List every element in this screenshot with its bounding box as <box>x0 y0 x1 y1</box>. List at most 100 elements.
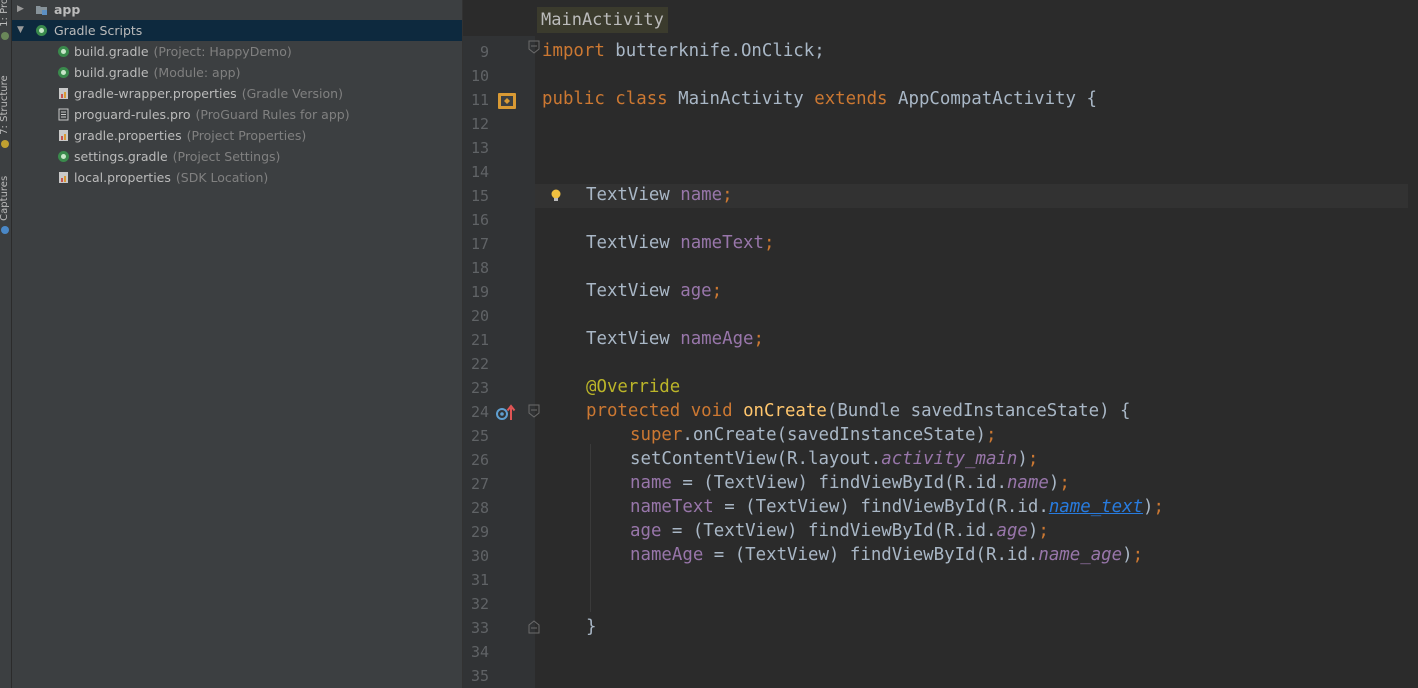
structure-tool-tab[interactable]: 7: Structure <box>0 68 11 148</box>
tree-item-label: app <box>54 2 81 17</box>
code-line[interactable]: super.onCreate(savedInstanceState); <box>630 423 996 447</box>
fold-marker-icon[interactable] <box>528 620 540 634</box>
code-line[interactable]: protected void onCreate(Bundle savedInst… <box>586 399 1130 423</box>
captures-tool-tab[interactable]: Captures <box>0 168 11 234</box>
code-line[interactable]: TextView nameText; <box>586 231 774 255</box>
project-tool-tab-label: 1: Project <box>0 0 10 27</box>
code-token: age <box>680 281 712 301</box>
code-token: activity_main <box>881 449 1018 469</box>
properties-file-icon <box>59 172 68 183</box>
tree-item-app[interactable]: ▶ app <box>12 0 462 20</box>
line-number: 23 <box>470 379 489 397</box>
code-line[interactable]: nameAge = (TextView) findViewById(R.id.n… <box>630 543 1143 567</box>
line-number: 27 <box>470 475 489 493</box>
tree-item-gradle-scripts[interactable]: ▼ Gradle Scripts <box>12 20 462 41</box>
activity-layout-icon[interactable] <box>497 92 517 110</box>
code-line[interactable]: TextView age; <box>586 279 722 303</box>
line-number: 31 <box>470 571 489 589</box>
collapse-arrow-icon[interactable]: ▼ <box>17 20 24 41</box>
code-line[interactable]: name = (TextView) findViewById(R.id.name… <box>630 471 1070 495</box>
tree-item-proguard-rules[interactable]: proguard-rules.pro (ProGuard Rules for ap… <box>12 104 462 125</box>
code-line[interactable]: age = (TextView) findViewById(R.id.age); <box>630 519 1049 543</box>
code-token[interactable]: name_text <box>1049 497 1143 517</box>
fold-marker-icon[interactable] <box>528 404 540 418</box>
code-token: name <box>680 185 723 205</box>
tree-item-build-gradle-module[interactable]: build.gradle (Module: app) <box>12 62 462 83</box>
tree-item-gradle-properties[interactable]: gradle.properties (Project Properties) <box>12 125 462 146</box>
code-token: .onCreate(savedInstanceState) <box>682 425 986 445</box>
line-number: 12 <box>470 115 489 133</box>
code-token: age <box>630 521 662 541</box>
code-token: = (TextView) findViewById(R.id. <box>661 521 997 541</box>
tree-item-hint: (Project Settings) <box>172 149 281 164</box>
lightbulb-icon[interactable] <box>549 188 563 204</box>
code-line[interactable]: setContentView(R.layout.activity_main); <box>630 447 1038 471</box>
tree-item-text: settings.gradle (Project Settings) <box>74 146 280 167</box>
tree-item-local-properties[interactable]: local.properties (SDK Location) <box>12 167 462 188</box>
code-token: (Bundle savedInstanceState) { <box>826 401 1131 421</box>
code-token: public class <box>542 89 668 109</box>
tree-item-build-gradle-project[interactable]: build.gradle (Project: HappyDemo) <box>12 41 462 62</box>
code-token: protected void <box>586 401 733 421</box>
code-token: ) <box>1048 473 1060 493</box>
code-line[interactable]: } <box>586 615 596 639</box>
code-token: = (TextView) findViewById(R.id. <box>713 497 1049 517</box>
code-line[interactable]: TextView nameAge; <box>586 327 764 351</box>
code-line[interactable]: TextView name; <box>586 183 733 207</box>
code-token: ) <box>1017 449 1028 469</box>
tree-item-label: proguard-rules.pro <box>74 107 191 122</box>
line-number: 35 <box>470 667 489 685</box>
code-token: ) <box>1027 521 1039 541</box>
structure-icon <box>1 140 9 148</box>
tree-item-label: build.gradle <box>74 65 149 80</box>
tree-item-text: gradle.properties (Project Properties) <box>74 125 306 146</box>
code-editor[interactable]: MainActivity 9 10 11 12 13 14 15 16 17 18 19 20 21 22… <box>463 0 1418 688</box>
line-number: 13 <box>470 139 489 157</box>
tree-item-text: build.gradle (Project: HappyDemo) <box>74 41 292 62</box>
project-tool-tab[interactable]: 1: Project <box>0 0 11 40</box>
tab-mainactivity[interactable]: MainActivity <box>537 7 668 33</box>
line-number: 16 <box>470 211 489 229</box>
tree-item-gradle-wrapper-properties[interactable]: gradle-wrapper.properties (Gradle Version… <box>12 83 462 104</box>
line-number: 26 <box>470 451 489 469</box>
code-line[interactable]: nameText = (TextView) findViewById(R.id.… <box>630 495 1164 519</box>
editor-tab-bar: MainActivity <box>463 0 1418 36</box>
tree-item-settings-gradle[interactable]: settings.gradle (Project Settings) <box>12 146 462 167</box>
captures-icon <box>1 226 9 234</box>
code-token: ) <box>1122 545 1133 565</box>
line-number: 17 <box>470 235 489 253</box>
expand-arrow-icon[interactable]: ▶ <box>17 0 24 20</box>
code-token: TextView <box>586 233 681 253</box>
code-line[interactable]: @Override <box>586 375 680 399</box>
code-token: ; <box>1027 449 1039 469</box>
override-method-icon[interactable] <box>495 404 517 422</box>
structure-tool-tab-label: 7: Structure <box>0 75 10 135</box>
code-token: nameAge <box>680 329 754 349</box>
tree-item-hint: (Gradle Version) <box>241 86 343 101</box>
line-number: 21 <box>470 331 489 349</box>
code-token: TextView <box>586 281 681 301</box>
line-number: 24 <box>470 403 489 421</box>
code-line[interactable]: import butterknife.OnClick; <box>542 39 825 63</box>
code-token: nameText <box>630 497 714 517</box>
code-line[interactable]: public class MainActivity extends AppCom… <box>542 87 1097 111</box>
code-token: AppCompatActivity { <box>887 89 1097 109</box>
line-number: 29 <box>470 523 489 541</box>
tree-item-hint: (Project Properties) <box>186 128 307 143</box>
editor-scrollbar[interactable] <box>1408 36 1418 688</box>
tree-item-label: local.properties <box>74 170 171 185</box>
gradle-file-icon <box>58 46 69 57</box>
tree-item-text: build.gradle (Module: app) <box>74 62 240 83</box>
code-token: nameText <box>680 233 764 253</box>
code-token: = (TextView) findViewById(R.id. <box>671 473 1007 493</box>
code-token: onCreate <box>743 401 827 421</box>
code-token: setContentView(R.layout. <box>630 449 882 469</box>
line-number: 10 <box>470 67 489 85</box>
fold-marker-icon[interactable] <box>528 40 540 54</box>
tree-item-text: gradle-wrapper.properties (Gradle Version… <box>74 83 343 104</box>
code-token: TextView <box>586 329 681 349</box>
properties-file-icon <box>59 130 68 141</box>
line-number: 20 <box>470 307 489 325</box>
code-token: ; <box>722 185 733 205</box>
line-number: 11 <box>470 91 489 109</box>
